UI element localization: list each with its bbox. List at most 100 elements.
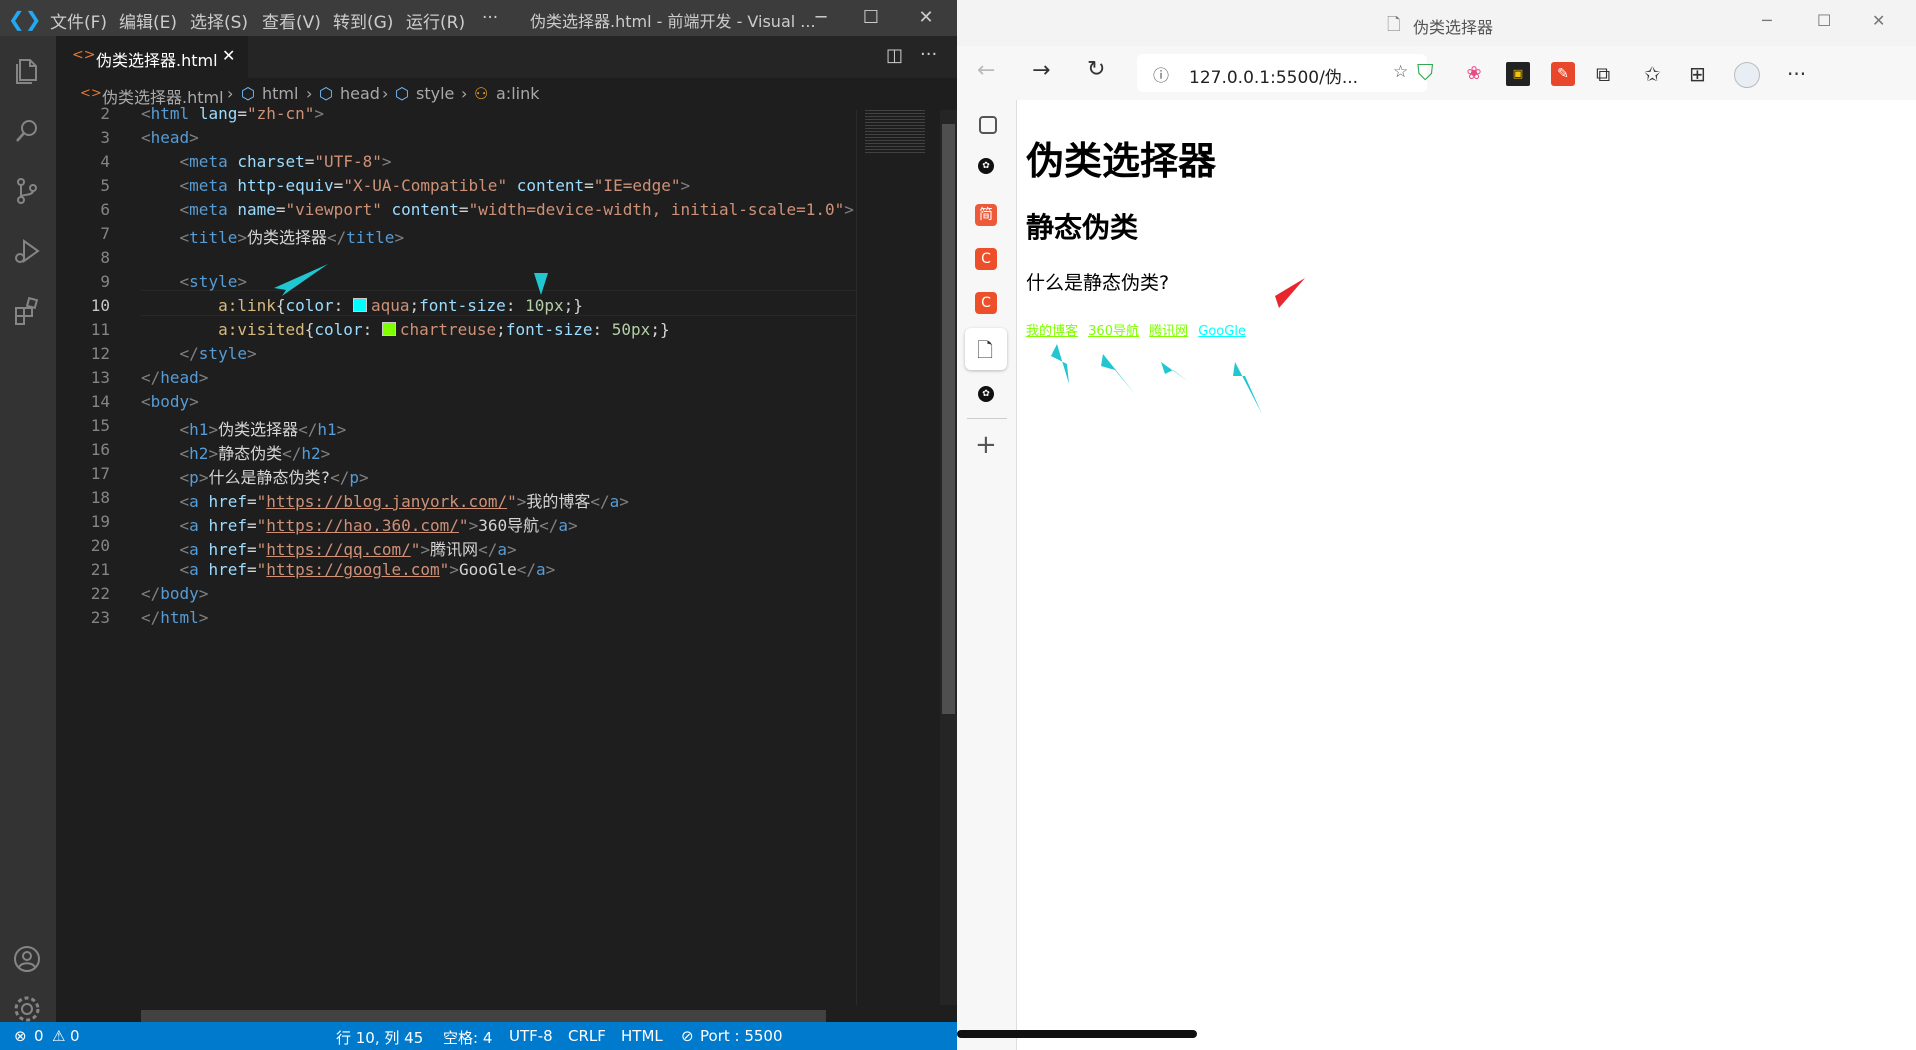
indentation[interactable]: 空格: 4 [443, 1027, 492, 1048]
account-icon[interactable] [0, 932, 56, 988]
code-line: <meta http-equiv="X-UA-Compatible" conte… [179, 176, 691, 195]
no-entry-icon[interactable]: ⊘ [681, 1027, 694, 1045]
element-icon: ⬡ [241, 84, 255, 103]
url-text[interactable]: 127.0.0.1:5500/伪... [1189, 63, 1358, 88]
encoding[interactable]: UTF-8 [509, 1027, 553, 1045]
csdn-icon[interactable]: C [975, 248, 997, 270]
color-swatch-icon[interactable] [381, 322, 396, 336]
chevron-right-icon: › [306, 84, 313, 103]
menu-edit[interactable]: 编辑(E) [119, 8, 177, 33]
code-line: <h1>伪类选择器</h1> [179, 420, 347, 439]
shield-extension-icon[interactable]: ⛉ [1417, 62, 1441, 86]
maximize-icon[interactable]: ☐ [1817, 11, 1831, 30]
code-editor[interactable]: 2 3 4 5 6 7 8 9 10 11 12 13 14 15 16 17 … [56, 104, 856, 1022]
search-icon[interactable] [0, 104, 56, 160]
minimap-preview [865, 110, 925, 154]
menu-view[interactable]: 查看(V) [262, 8, 321, 33]
breadcrumb-html[interactable]: html [262, 84, 298, 103]
code-link[interactable]: https://qq.com/ [266, 540, 411, 559]
menu-file[interactable]: 文件(F) [50, 8, 107, 33]
breadcrumb-selector[interactable]: a:link [496, 84, 540, 103]
line-number: 8 [100, 248, 110, 267]
code-link[interactable]: https://blog.janyork.com/ [266, 492, 507, 511]
error-icon[interactable]: ⊗ [14, 1027, 27, 1045]
jian-icon[interactable]: 简 [975, 204, 997, 226]
favorites-icon[interactable]: ✩ [1644, 62, 1668, 86]
chevron-right-icon: › [461, 84, 468, 103]
line-number-active: 10 [90, 296, 110, 315]
language-mode[interactable]: HTML [621, 1027, 663, 1045]
tab-file[interactable]: <> 伪类选择器.html ✕ [56, 36, 248, 78]
extensions-puzzle-icon[interactable]: ⧉ [1596, 62, 1620, 86]
scrollbar-thumb[interactable] [942, 124, 955, 714]
horizontal-scrollbar[interactable] [141, 1010, 826, 1022]
code-line: <a href="https://hao.360.com/">360导航</a> [179, 516, 578, 535]
line-number: 13 [90, 368, 110, 387]
tab-close-icon[interactable]: ✕ [222, 46, 235, 65]
vertical-scrollbar[interactable] [940, 110, 957, 1005]
extensions-icon[interactable] [0, 284, 56, 340]
editor-tabs: <> 伪类选择器.html ✕ ◫ ··· [56, 36, 957, 78]
profile-avatar[interactable] [1734, 62, 1760, 88]
page-icon: 🗋 [977, 338, 994, 362]
add-favorite-icon[interactable]: ☆ [1393, 62, 1408, 82]
address-bar[interactable]: ⓘ 127.0.0.1:5500/伪... ☆ [1137, 54, 1427, 92]
active-page-tab[interactable]: 🗋 [965, 328, 1007, 370]
back-icon[interactable]: ← [977, 58, 995, 83]
menu-selection[interactable]: 选择(S) [190, 8, 248, 33]
html-file-icon: <> [72, 47, 96, 63]
close-icon[interactable]: ✕ [903, 0, 949, 36]
code-link[interactable]: https://hao.360.com/ [266, 516, 459, 535]
collections-icon[interactable]: ⊞ [1689, 62, 1713, 86]
minimize-icon[interactable]: ─ [1762, 11, 1772, 30]
close-icon[interactable]: ✕ [1872, 11, 1885, 30]
status-bar: ⊗ 0 ⚠ 0 行 10, 列 45 空格: 4 UTF-8 CRLF HTML… [0, 1022, 957, 1050]
forward-icon[interactable]: → [1032, 58, 1050, 83]
tabs-icon[interactable] [979, 116, 997, 134]
line-number: 17 [90, 464, 110, 483]
line-ending[interactable]: CRLF [568, 1027, 606, 1045]
warning-count[interactable]: 0 [70, 1027, 80, 1045]
menu-more-icon[interactable]: ··· [1787, 62, 1811, 86]
split-editor-icon[interactable]: ◫ [886, 45, 903, 66]
breadcrumb-style[interactable]: style [416, 84, 454, 103]
menu-run[interactable]: 运行(R) [406, 8, 465, 33]
refresh-icon[interactable]: ↻ [1087, 57, 1105, 82]
code-line: <a href="https://qq.com/">腾讯网</a> [179, 540, 517, 559]
web-page: 伪类选择器 静态伪类 什么是静态伪类? 我的博客 360导航 腾讯网 GooGl… [1017, 100, 1916, 1050]
cursor-position[interactable]: 行 10, 列 45 [336, 1027, 423, 1048]
add-icon[interactable]: + [975, 430, 997, 460]
extension-icon[interactable]: ✿ [978, 386, 994, 402]
live-server-port[interactable]: Port : 5500 [700, 1027, 783, 1045]
breadcrumb-head[interactable]: head [340, 84, 380, 103]
code-line: </html> [141, 608, 209, 627]
element-icon: ⬡ [395, 84, 409, 103]
error-count[interactable]: 0 [34, 1027, 44, 1045]
line-number: 16 [90, 440, 110, 459]
info-icon[interactable]: ⓘ [1153, 62, 1169, 86]
more-actions-icon[interactable]: ··· [920, 44, 937, 65]
browser-toolbar: ← → ↻ ⓘ 127.0.0.1:5500/伪... ☆ ⛉ ❀ ▣ ✎ ⧉ … [957, 46, 1916, 101]
warning-icon[interactable]: ⚠ [52, 1027, 65, 1045]
menu-go[interactable]: 转到(G) [333, 8, 393, 33]
code-line: <a href="https://blog.janyork.com/">我的博客… [179, 492, 629, 511]
extension-icon[interactable]: ✎ [1551, 62, 1575, 86]
minimap[interactable] [856, 110, 942, 1005]
extension-icon[interactable]: ▣ [1506, 62, 1530, 86]
explorer-icon[interactable] [0, 44, 56, 100]
maximize-icon[interactable]: ☐ [848, 0, 894, 36]
csdn-icon[interactable]: C [975, 292, 997, 314]
run-debug-icon[interactable] [0, 224, 56, 280]
minimize-icon[interactable]: ─ [798, 0, 844, 36]
source-control-icon[interactable] [0, 164, 56, 220]
horizontal-scrollbar[interactable] [957, 1030, 1197, 1038]
line-number: 21 [90, 560, 110, 579]
menu-more[interactable]: ··· [482, 8, 498, 28]
extension-icon[interactable]: ✿ [978, 158, 994, 174]
line-number: 23 [90, 608, 110, 627]
extension-icon[interactable]: ❀ [1462, 62, 1486, 86]
line-number: 4 [100, 152, 110, 171]
browser-tab-title[interactable]: 伪类选择器 [1413, 14, 1493, 38]
code-link[interactable]: https://google.com [266, 560, 439, 579]
line-number: 14 [90, 392, 110, 411]
